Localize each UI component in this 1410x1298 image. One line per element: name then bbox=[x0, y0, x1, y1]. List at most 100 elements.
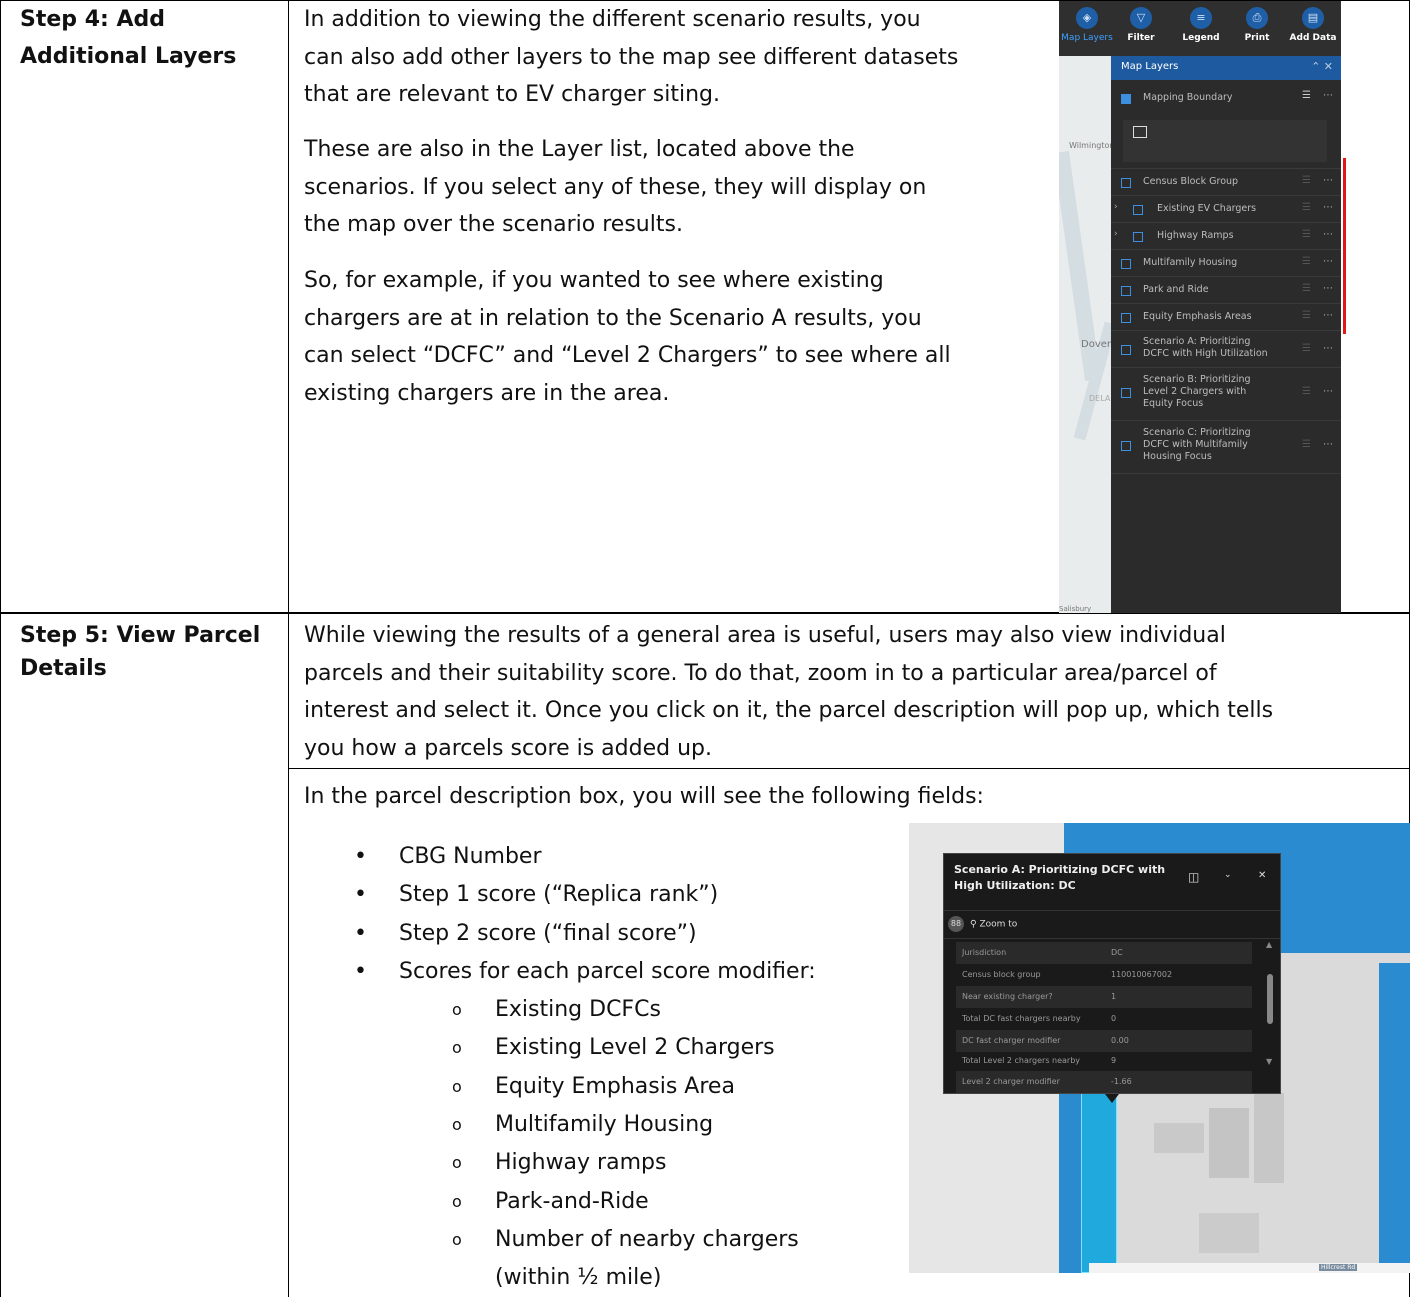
menu-icon[interactable]: ☰ bbox=[1302, 283, 1311, 294]
checkbox[interactable] bbox=[1121, 313, 1131, 323]
toolbar-legend[interactable]: ≡ Legend bbox=[1173, 7, 1229, 43]
menu-icon[interactable]: ☰ bbox=[1302, 439, 1311, 450]
layers-icon: ◈ bbox=[1076, 7, 1098, 29]
menu-icon[interactable]: ☰ bbox=[1302, 310, 1311, 321]
scroll-indicator-bar bbox=[1343, 158, 1346, 334]
street-label: Hillcrest Rd bbox=[1319, 1264, 1358, 1271]
sub-list-item: o Park-and-Ride bbox=[328, 1183, 816, 1221]
popup-scrollbar[interactable] bbox=[1267, 974, 1273, 1024]
layer-row[interactable]: › Highway Ramps ☰ ⋯ bbox=[1111, 223, 1341, 250]
selected-parcel[interactable] bbox=[1081, 1078, 1117, 1273]
text-line: chargers are at in relation to the Scena… bbox=[304, 305, 922, 331]
text-line: existing chargers are in the area. bbox=[304, 380, 670, 406]
checkbox[interactable] bbox=[1121, 345, 1131, 355]
field-value: -1.66 bbox=[1111, 1077, 1132, 1086]
parcel-map-screenshot: Hillcrest Rd Scenario A: Prioritizing DC… bbox=[909, 823, 1410, 1273]
list-item-text: Existing DCFCs bbox=[495, 997, 661, 1023]
field-value: DC bbox=[1111, 948, 1123, 957]
layer-row[interactable]: Census Block Group ☰ ⋯ bbox=[1111, 169, 1341, 196]
toolbar-add-data[interactable]: ▤ Add Data bbox=[1285, 7, 1341, 43]
text-line: So, for example, if you wanted to see wh… bbox=[304, 268, 884, 293]
layer-row[interactable]: › Existing EV Chargers ☰ ⋯ bbox=[1111, 196, 1341, 223]
checkbox[interactable] bbox=[1121, 94, 1131, 104]
layer-row[interactable]: Scenario C: Prioritizing DCFC with Multi… bbox=[1111, 421, 1341, 474]
menu-icon[interactable]: ☰ bbox=[1302, 202, 1311, 213]
table-row: Census block group 110010067002 bbox=[956, 964, 1252, 986]
checkbox[interactable] bbox=[1121, 388, 1131, 398]
more-icon[interactable]: ⋯ bbox=[1323, 343, 1333, 354]
toolbar-print[interactable]: ⎙ Print bbox=[1229, 7, 1285, 43]
column-divider bbox=[288, 0, 289, 1297]
checkbox[interactable] bbox=[1133, 232, 1143, 242]
zoom-to-label: Zoom to bbox=[979, 919, 1018, 930]
layer-row[interactable]: Scenario B: Prioritizing Level 2 Charger… bbox=[1111, 368, 1341, 421]
checkbox[interactable] bbox=[1121, 259, 1131, 269]
scroll-up-icon[interactable]: ▲ bbox=[1266, 940, 1272, 949]
list-item-text: Step 2 score (“final score”) bbox=[399, 920, 697, 946]
more-icon[interactable]: ⋯ bbox=[1323, 229, 1333, 240]
text-line: the map over the scenario results. bbox=[304, 212, 683, 237]
dock-icon[interactable]: ◫ bbox=[1188, 870, 1199, 884]
more-icon[interactable]: ⋯ bbox=[1323, 386, 1333, 397]
menu-icon[interactable]: ☰ bbox=[1302, 386, 1311, 397]
toolbar-map-layers[interactable]: ◈ Map Layers bbox=[1059, 7, 1115, 43]
map-label-dela: DELA bbox=[1089, 394, 1111, 403]
map-label-dover: Dover bbox=[1081, 339, 1111, 350]
scroll-down-icon[interactable]: ▼ bbox=[1266, 1057, 1272, 1066]
step5-label-line1: Step 5: View Parcel bbox=[20, 623, 261, 648]
checkbox[interactable] bbox=[1121, 441, 1131, 451]
more-icon[interactable]: ⋯ bbox=[1323, 439, 1333, 450]
close-icon[interactable]: ✕ bbox=[1258, 870, 1266, 881]
table-border-left bbox=[0, 0, 1, 1297]
layer-row-mapping-boundary[interactable]: Mapping Boundary ☰ ⋯ bbox=[1111, 80, 1341, 169]
layer-row[interactable]: Multifamily Housing ☰ ⋯ bbox=[1111, 250, 1341, 277]
popup-pointer bbox=[1105, 1094, 1119, 1103]
field-value: 9 bbox=[1111, 1056, 1117, 1065]
parcel-popup: Scenario A: Prioritizing DCFC with High … bbox=[943, 853, 1281, 1073]
toolbar-filter[interactable]: ▽ Filter bbox=[1113, 7, 1169, 43]
more-icon[interactable]: ⋯ bbox=[1323, 175, 1333, 186]
more-icon[interactable]: ⋯ bbox=[1323, 202, 1333, 213]
list-item-text: Existing Level 2 Chargers bbox=[495, 1035, 775, 1061]
checkbox[interactable] bbox=[1133, 205, 1143, 215]
table-row: Level 2 charger modifier -1.66 bbox=[956, 1071, 1252, 1093]
more-icon[interactable]: ⋯ bbox=[1323, 310, 1333, 321]
table-row: Jurisdiction DC bbox=[956, 942, 1252, 964]
divider bbox=[944, 910, 1280, 911]
menu-icon[interactable]: ☰ bbox=[1302, 343, 1311, 354]
more-icon[interactable]: ⋯ bbox=[1323, 283, 1333, 294]
chevron-down-icon[interactable]: ⌄ bbox=[1224, 870, 1232, 880]
layer-row[interactable]: Equity Emphasis Areas ☰ ⋯ bbox=[1111, 304, 1341, 331]
zoom-to-button[interactable]: 88 ⚲ Zoom to bbox=[948, 916, 1017, 932]
legend-swatch-box bbox=[1123, 120, 1327, 162]
circle-bullet-icon: o bbox=[452, 1038, 462, 1058]
menu-icon[interactable]: ☰ bbox=[1302, 90, 1311, 101]
field-key: DC fast charger modifier bbox=[962, 1036, 1061, 1045]
panel-title: Map Layers bbox=[1121, 61, 1179, 72]
table-row: Near existing charger? 1 bbox=[956, 986, 1252, 1008]
list-item: • Step 2 score (“final score”) bbox=[328, 915, 816, 953]
checkbox[interactable] bbox=[1121, 178, 1131, 188]
print-icon: ⎙ bbox=[1246, 7, 1268, 29]
more-icon[interactable]: ⋯ bbox=[1323, 256, 1333, 267]
expand-chevron-icon[interactable]: › bbox=[1114, 229, 1118, 239]
list-item-text: Number of nearby chargers bbox=[495, 1226, 799, 1252]
more-icon[interactable]: ⋯ bbox=[1323, 90, 1333, 101]
bullet-icon: • bbox=[354, 844, 367, 869]
toolbar-label: Add Data bbox=[1289, 33, 1337, 43]
step4-paragraph-2: These are also in the Layer list, locate… bbox=[304, 131, 926, 244]
text-line: can select “DCFC” and “Level 2 Chargers”… bbox=[304, 343, 951, 368]
menu-icon[interactable]: ☰ bbox=[1302, 175, 1311, 186]
layer-row[interactable]: Scenario A: Prioritizing DCFC with High … bbox=[1111, 331, 1341, 368]
expand-chevron-icon[interactable]: › bbox=[1114, 202, 1118, 212]
magnifier-icon: ⚲ bbox=[970, 919, 977, 930]
layer-name: Census Block Group bbox=[1143, 176, 1239, 187]
collapse-close-icon[interactable]: ⌃ ✕ bbox=[1311, 60, 1333, 73]
checkbox[interactable] bbox=[1121, 286, 1131, 296]
menu-icon[interactable]: ☰ bbox=[1302, 229, 1311, 240]
menu-icon[interactable]: ☰ bbox=[1302, 256, 1311, 267]
bullet-icon: • bbox=[354, 920, 367, 946]
text-line: interest and select it. Once you click o… bbox=[304, 698, 1274, 723]
list-item-text: Scores for each parcel score modifier: bbox=[399, 958, 816, 984]
layer-row[interactable]: Park and Ride ☰ ⋯ bbox=[1111, 277, 1341, 304]
